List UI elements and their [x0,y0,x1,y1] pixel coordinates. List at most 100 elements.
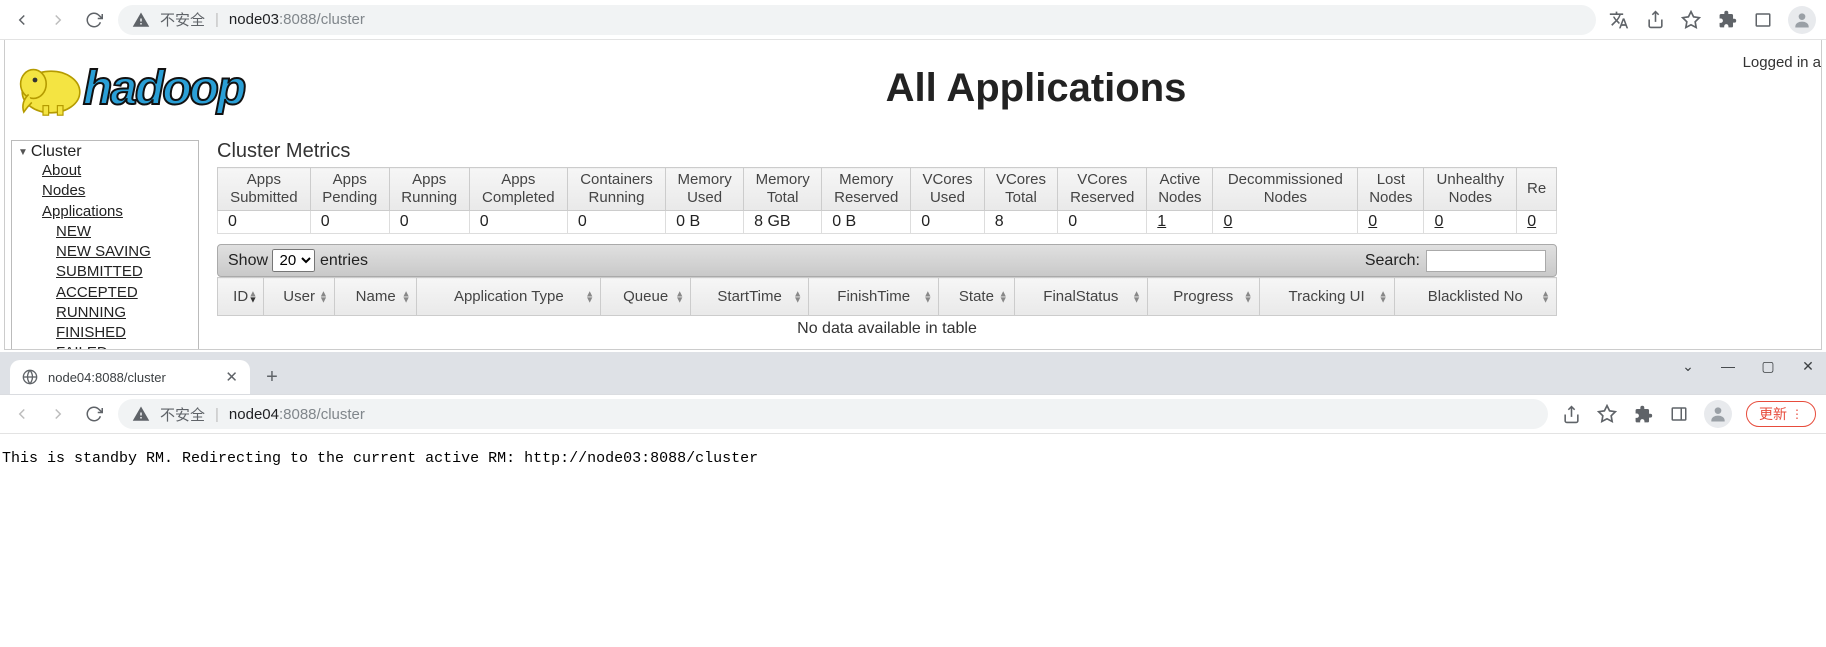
sort-icon: ▲▼ [248,290,257,303]
sidebar-header[interactable]: ▼ Cluster [18,143,192,161]
apps-col-5[interactable]: StartTime▲▼ [691,278,809,316]
sidebar-state-running[interactable]: RUNNING [56,304,126,321]
apps-col-9[interactable]: Progress▲▼ [1147,278,1259,316]
sidebar-state-finished[interactable]: FINISHED [56,324,126,341]
back-button[interactable] [10,8,34,32]
address-bar-1[interactable]: 不安全 | node03:8088/cluster [118,5,1596,35]
apps-col-7[interactable]: State▲▼ [939,278,1014,316]
apps-col-2[interactable]: Name▲▼ [334,278,417,316]
metrics-col-14[interactable]: UnhealthyNodes [1424,168,1517,211]
sidebar-main-list: About Nodes Applications [18,161,192,222]
metrics-val-2: 0 [389,211,469,234]
new-tab-button[interactable]: + [258,363,286,391]
sort-icon: ▲▼ [319,290,328,303]
search-label: Search: [1365,252,1420,270]
apps-col-1[interactable]: User▲▼ [264,278,335,316]
address-bar-2[interactable]: 不安全 | node04:8088/cluster [118,399,1548,429]
metrics-val-1: 0 [310,211,389,234]
metrics-col-11[interactable]: ActiveNodes [1147,168,1213,211]
metrics-col-10[interactable]: VCoresReserved [1058,168,1147,211]
metrics-col-4[interactable]: ContainersRunning [567,168,665,211]
metrics-val-8: 0 [911,211,985,234]
sidebar-state-failed[interactable]: FAILED [56,344,108,350]
apps-col-4[interactable]: Queue▲▼ [601,278,691,316]
share-icon[interactable] [1644,9,1666,31]
maximize-button[interactable]: ▢ [1758,358,1778,375]
sidebar-state-submitted[interactable]: SUBMITTED [56,263,143,280]
logged-in-label: Logged in a [1743,54,1821,71]
sidebar: ▼ Cluster About Nodes Applications NEW N… [11,140,199,350]
back-button-2[interactable] [10,402,34,426]
apps-col-0[interactable]: ID▲▼ [218,278,264,316]
forward-button[interactable] [46,8,70,32]
close-tab-icon[interactable]: ✕ [225,368,238,386]
metrics-col-3[interactable]: AppsCompleted [469,168,567,211]
apps-col-6[interactable]: FinishTime▲▼ [809,278,939,316]
apps-col-3[interactable]: Application Type▲▼ [417,278,601,316]
datatable-controls: Show 20 entries Search: [217,244,1557,277]
translate-icon[interactable] [1608,9,1630,31]
forward-button-2[interactable] [46,402,70,426]
share-icon[interactable] [1560,403,1582,425]
no-data-row: No data available in table [218,316,1557,343]
sidebar-item-applications[interactable]: Applications [42,203,123,220]
star-icon[interactable] [1680,9,1702,31]
profile-icon[interactable] [1788,6,1816,34]
close-window-button[interactable]: ✕ [1798,358,1818,375]
update-button[interactable]: 更新⋮ [1746,401,1816,427]
sort-icon: ▲▼ [923,290,932,303]
metrics-val-13[interactable]: 0 [1358,211,1424,234]
star-icon[interactable] [1596,403,1618,425]
metrics-val-10: 0 [1058,211,1147,234]
search-input[interactable] [1426,250,1546,272]
metrics-val-11[interactable]: 1 [1147,211,1213,234]
entries-select[interactable]: 20 [272,249,315,272]
apps-col-8[interactable]: FinalStatus▲▼ [1014,278,1147,316]
sidebar-state-new-saving[interactable]: NEW SAVING [56,243,151,260]
metrics-title: Cluster Metrics [217,140,1821,163]
url-text-1: node03:8088/cluster [229,11,365,28]
browser-tab-2[interactable]: node04:8088/cluster ✕ [10,360,250,394]
metrics-col-0[interactable]: AppsSubmitted [218,168,311,211]
metrics-col-1[interactable]: AppsPending [310,168,389,211]
metrics-val-15[interactable]: 0 [1517,211,1557,234]
metrics-val-7: 0 B [822,211,911,234]
show-label-post: entries [320,252,368,269]
metrics-col-15[interactable]: Re [1517,168,1557,211]
apps-col-11[interactable]: Blacklisted No▲▼ [1394,278,1556,316]
metrics-col-7[interactable]: MemoryReserved [822,168,911,211]
metrics-col-2[interactable]: AppsRunning [389,168,469,211]
show-label-pre: Show [228,252,268,269]
sort-icon: ▲▼ [675,290,684,303]
sort-icon: ▲▼ [585,290,594,303]
sidebar-item-nodes[interactable]: Nodes [42,182,85,199]
extensions-icon[interactable] [1632,403,1654,425]
sidebar-state-accepted[interactable]: ACCEPTED [56,284,138,301]
metrics-val-12[interactable]: 0 [1213,211,1358,234]
metrics-col-8[interactable]: VCoresUsed [911,168,985,211]
standby-message: This is standby RM. Redirecting to the c… [0,434,1826,483]
sidebar-item-about[interactable]: About [42,162,81,179]
metrics-col-12[interactable]: DecommissionedNodes [1213,168,1358,211]
tab-title-2: node04:8088/cluster [48,370,166,385]
toolbar-right-1 [1608,6,1816,34]
sidebar-state-new[interactable]: NEW [56,223,91,240]
metrics-col-9[interactable]: VCoresTotal [984,168,1058,211]
profile-icon[interactable] [1704,400,1732,428]
url-text-2: node04:8088/cluster [229,406,365,423]
menu-rect-icon[interactable] [1752,9,1774,31]
minimize-button[interactable]: ― [1718,358,1738,375]
extensions-icon[interactable] [1716,9,1738,31]
reload-button[interactable] [82,8,106,32]
metrics-col-13[interactable]: LostNodes [1358,168,1424,211]
chevron-down-icon[interactable]: ⌄ [1678,358,1698,375]
metrics-col-6[interactable]: MemoryTotal [744,168,822,211]
metrics-val-14[interactable]: 0 [1424,211,1517,234]
tab-strip-2: node04:8088/cluster ✕ + ⌄ ― ▢ ✕ [0,352,1826,394]
metrics-col-5[interactable]: MemoryUsed [666,168,744,211]
sidepanel-icon[interactable] [1668,403,1690,425]
metrics-val-3: 0 [469,211,567,234]
reload-button-2[interactable] [82,402,106,426]
apps-col-10[interactable]: Tracking UI▲▼ [1259,278,1394,316]
sidebar-appstates-list: NEW NEW SAVING SUBMITTED ACCEPTED RUNNIN… [18,222,192,350]
